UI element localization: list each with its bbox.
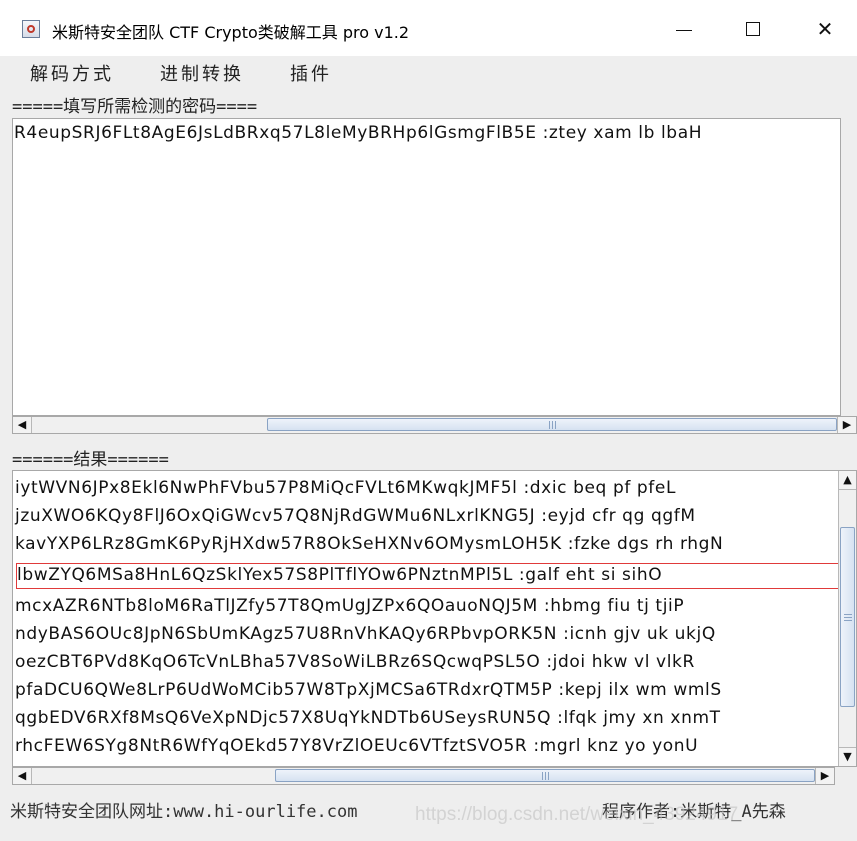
result-horizontal-scrollbar[interactable]: ◀ ▶ [12, 767, 835, 785]
scroll-down-icon[interactable]: ▼ [839, 747, 856, 766]
result-row: oezCBT6PVd8KqO6TcVnLBha57V8SoWiLBRz6SQcw… [15, 652, 695, 672]
password-input-value: R4eupSRJ6FLt8AgE6JsLdBRxq57L8leMyBRHp6lG… [14, 123, 703, 143]
result-row-highlighted: lbwZYQ6MSa8HnL6QzSklYex57S8PlTflYOw6PNzt… [16, 563, 840, 589]
result-row: rhcFEW6SYg8NtR6WfYqOEkd57Y8VrZlOEUc6VTfz… [15, 736, 699, 756]
result-vscroll-thumb[interactable] [840, 527, 855, 707]
result-hscroll-thumb[interactable] [275, 769, 815, 782]
result-vertical-scrollbar[interactable]: ▲ ▼ [838, 471, 856, 766]
result-row: qgbEDV6RXf8MsQ6VeXpNDjc57X8UqYkNDTb6USey… [15, 708, 721, 728]
input-horizontal-scrollbar[interactable]: ◀ ▶ [12, 416, 857, 434]
result-row: iytWVN6JPx8Ekl6NwPhFVbu57P8MiQcFVLt6MKwq… [15, 478, 677, 498]
result-row: ndyBAS6OUc8JpN6SbUmKAgz57U8RnVhKAQy6RPbv… [15, 624, 716, 644]
result-row: kavYXP6LRz8GmK6PyRjHXdw57R8OkSeHXNv6OMys… [15, 534, 724, 554]
scroll-right-icon[interactable]: ▶ [837, 417, 856, 433]
watermark: https://blog.csdn.net/weixin_43924917 [415, 804, 739, 825]
scroll-left-icon[interactable]: ◀ [13, 417, 32, 433]
result-row: jzuXWO6KQy8FlJ6OxQiGWcv57Q8NjRdGWMu6NLxr… [15, 506, 696, 526]
password-input-area[interactable]: R4eupSRJ6FLt8AgE6JsLdBRxq57L8leMyBRHp6lG… [12, 118, 841, 416]
menu-decode-mode[interactable]: 解码方式 [30, 60, 114, 86]
window-title: 米斯特安全团队 CTF Crypto类破解工具 pro v1.2 [52, 23, 410, 42]
menu-base-conversion[interactable]: 进制转换 [160, 60, 244, 86]
maximize-button[interactable] [733, 16, 773, 42]
result-section-label: ======结果====== [12, 450, 169, 470]
input-hscroll-thumb[interactable] [267, 418, 837, 431]
result-row: mcxAZR6NTb8loM6RaTlJZfy57T8QmUgJZPx6QOau… [15, 596, 685, 616]
close-button[interactable]: ✕ [805, 16, 845, 42]
menu-bar: 解码方式 进制转换 插件 [0, 56, 857, 88]
result-area[interactable]: iytWVN6JPx8Ekl6NwPhFVbu57P8MiQcFVLt6MKwq… [12, 470, 857, 767]
minimize-icon [676, 29, 692, 32]
minimize-button[interactable] [664, 16, 704, 42]
result-row: pfaDCU6QWe8LrP6UdWoMCib57W8TpXjMCSa6TRdx… [15, 680, 722, 700]
team-website-label: 米斯特安全团队网址:www.hi-ourlife.com [10, 802, 358, 822]
scroll-left-icon[interactable]: ◀ [13, 768, 32, 784]
menu-plugins[interactable]: 插件 [290, 60, 332, 86]
scroll-right-icon[interactable]: ▶ [815, 768, 834, 784]
scroll-up-icon[interactable]: ▲ [839, 471, 856, 490]
title-bar: 米斯特安全团队 CTF Crypto类破解工具 pro v1.2 ✕ [0, 0, 857, 56]
app-window: 米斯特安全团队 CTF Crypto类破解工具 pro v1.2 ✕ 解码方式 … [0, 0, 857, 841]
maximize-icon [746, 21, 760, 36]
input-section-label: =====填写所需检测的密码==== [12, 97, 258, 117]
java-app-icon [22, 20, 40, 38]
